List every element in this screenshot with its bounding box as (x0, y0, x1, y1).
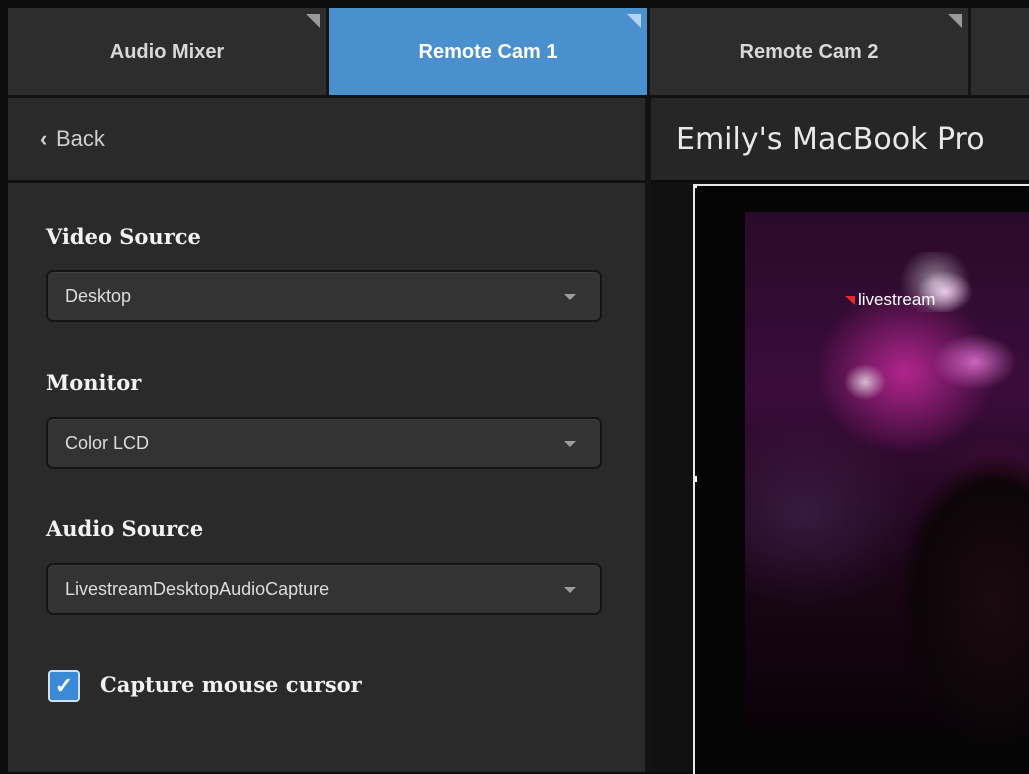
monitor-select[interactable]: Color LCD (46, 417, 602, 469)
audio-source-value: LivestreamDesktopAudioCapture (65, 578, 330, 599)
tab-divider (326, 8, 329, 96)
audio-source-label: Audio Source (46, 516, 204, 541)
video-source-label: Video Source (46, 224, 201, 249)
video-preview[interactable]: livestream (693, 184, 1029, 774)
audio-source-select[interactable]: LivestreamDesktopAudioCapture (46, 563, 602, 615)
video-frame: livestream (745, 212, 1029, 762)
preview-panel: Emily's MacBook Pro livestream (651, 98, 1029, 774)
chevron-left-icon: ‹ (40, 126, 48, 151)
logo-text: livestream (858, 290, 936, 309)
video-source-value: Desktop (65, 285, 132, 306)
back-button[interactable]: ‹ Back (8, 98, 645, 183)
video-source-select[interactable]: Desktop (46, 270, 602, 322)
monitor-value: Color LCD (65, 432, 150, 453)
settings-panel: ‹ Back Video Source Desktop Monitor Colo… (8, 98, 645, 772)
caret-down-icon (564, 441, 576, 447)
monitor-label: Monitor (46, 370, 142, 395)
tab-menu-corner-icon (627, 14, 641, 28)
resize-handle[interactable] (695, 476, 697, 482)
livestream-logo: livestream (845, 290, 935, 310)
tab-label: Audio Mixer (109, 40, 225, 63)
tab-remote-cam-2[interactable]: Remote Cam 2 (650, 8, 968, 96)
capture-cursor-checkbox[interactable]: ✓ (48, 670, 80, 702)
tab-label: Remote Cam 1 (418, 40, 558, 63)
tab-remote-cam-1[interactable]: Remote Cam 1 (329, 8, 647, 96)
tab-divider (968, 8, 971, 96)
tab-menu-corner-icon (306, 14, 320, 28)
tab-menu-corner-icon (948, 14, 962, 28)
caret-down-icon (564, 587, 576, 593)
device-name: Emily's MacBook Pro (676, 121, 985, 157)
device-header: Emily's MacBook Pro (651, 98, 1029, 183)
presenter-silhouette (855, 402, 1029, 762)
capture-cursor-label[interactable]: Capture mouse cursor (100, 672, 362, 697)
back-label: Back (56, 126, 105, 151)
resize-handle[interactable] (695, 186, 697, 188)
tab-bar: Audio Mixer Remote Cam 1 Remote Cam 2 (8, 8, 1029, 96)
caret-down-icon (564, 294, 576, 300)
tab-audio-mixer[interactable]: Audio Mixer (8, 8, 326, 96)
tab-divider (647, 8, 650, 96)
tab-next-partial[interactable] (971, 8, 1029, 96)
tab-label: Remote Cam 2 (739, 40, 879, 63)
checkmark-icon: ✓ (54, 673, 74, 698)
livestream-logo-icon (845, 295, 855, 305)
